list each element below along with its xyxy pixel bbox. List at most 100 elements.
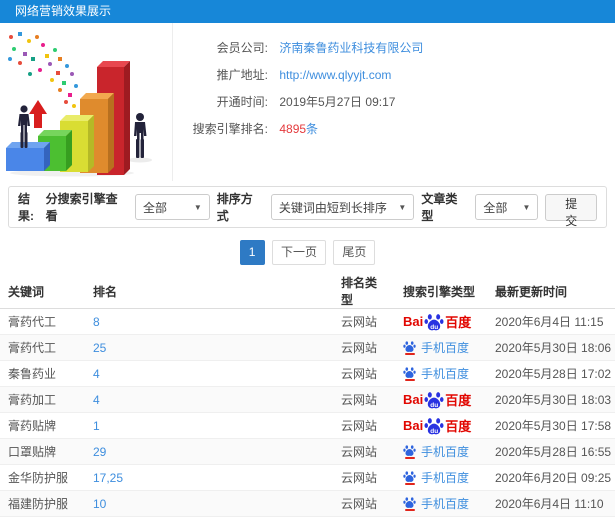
keyword-cell: 福建防护服 — [0, 490, 85, 517]
chevron-down-icon: ▼ — [522, 202, 531, 212]
table-row: 膏药加工 4 云网站 Bai du 百度 2020年5月30日 18:03 — [0, 386, 615, 413]
rank-link[interactable]: 29 — [93, 445, 106, 459]
info-field-url: 推广地址: http://www.qlyyjt.com — [173, 62, 615, 89]
rank-count-label: 搜索引擎排名: — [192, 122, 268, 136]
company-info-section: 会员公司: 济南秦鲁药业科技有限公司 推广地址: http://www.qlyy… — [0, 23, 615, 181]
page-1-button[interactable]: 1 — [239, 240, 265, 265]
rank-link[interactable]: 8 — [93, 315, 100, 329]
updated-cell: 2020年5月28日 16:55 — [487, 438, 615, 465]
baidu-mobile-underline — [404, 457, 415, 459]
engine-cell: 手机百度 — [395, 334, 487, 361]
keyword-cell: 膏药代工 — [0, 308, 85, 335]
member-company-link[interactable]: 济南秦鲁药业科技有限公司 — [279, 41, 423, 55]
col-rank: 排名 — [85, 274, 333, 309]
engine-cell: Bai du 百度 — [395, 412, 487, 439]
keyword-cell: 秦鲁药业 — [0, 360, 85, 387]
rank-cell: 1 — [85, 412, 333, 439]
engine-label: 手机百度 — [421, 497, 470, 511]
baidu-mobile-icon[interactable]: 手机百度 — [403, 365, 469, 382]
baidu-mobile-icon[interactable]: 手机百度 — [403, 339, 469, 356]
rank-link[interactable]: 10 — [93, 497, 106, 511]
results-filter-bar: 结果: 分搜索引擎查看 全部 ▼ 排序方式 关键词由短到长排序 ▼ 文章类型 全… — [8, 186, 607, 228]
last-page-button[interactable]: 尾页 — [333, 240, 376, 265]
engine-select[interactable]: 全部 ▼ — [134, 194, 210, 220]
engine-cell: 手机百度 — [395, 490, 487, 517]
rank-type-cell: 云网站 — [333, 412, 395, 439]
table-row: 口罩贴牌 29 云网站 手机百度 2020年5月28日 16:55 — [0, 438, 615, 465]
promo-url-link[interactable]: http://www.qlyyjt.com — [279, 68, 391, 82]
marketing-effect-page: 网络营销效果展示 会员公司: 济南秦鲁药业科技有限公司 推广地址: http:/… — [0, 0, 615, 520]
growth-chart-image — [6, 32, 152, 177]
engine-filter-label: 分搜索引擎查看 — [45, 192, 118, 223]
engine-cell: Bai du 百度 — [395, 308, 487, 335]
baidu-mobile-icon[interactable]: 手机百度 — [403, 443, 469, 460]
next-page-button[interactable]: 下一页 — [271, 240, 326, 265]
baidu-paw-icon — [403, 445, 416, 456]
article-type-select[interactable]: 全部 ▼ — [475, 194, 539, 220]
table-row: 金华防护服 17,25 云网站 手机百度 2020年6月20日 09:25 — [0, 464, 615, 491]
baidu-mobile-icon[interactable]: 手机百度 — [403, 495, 469, 512]
businessman-right — [134, 113, 147, 158]
updated-cell: 2020年6月4日 11:15 — [487, 308, 615, 335]
up-arrow-icon — [29, 100, 47, 128]
open-time-value: 2019年5月27日 09:17 — [279, 95, 396, 109]
rank-link[interactable]: 1 — [93, 419, 100, 433]
keyword-cell: 金华防护服 — [0, 464, 85, 491]
title-bar: 网络营销效果展示 — [0, 0, 615, 23]
rank-link[interactable]: 4 — [93, 393, 100, 407]
table-row: 膏药代工 25 云网站 手机百度 2020年5月30日 18:06 — [0, 334, 615, 361]
filter-controls: 分搜索引擎查看 全部 ▼ 排序方式 关键词由短到长排序 ▼ 文章类型 全部 ▼ … — [45, 190, 597, 228]
rank-cell: 8 — [85, 308, 333, 335]
keyword-cell: 口罩贴牌 — [0, 438, 85, 465]
rank-type-cell: 云网站 — [333, 360, 395, 387]
rank-link[interactable]: 4 — [93, 367, 100, 381]
rank-cell: 17,25 — [85, 464, 333, 491]
baidu-paw-icon — [403, 497, 416, 508]
pagination: 1 下一页 尾页 — [0, 228, 615, 274]
article-type-label: 文章类型 — [421, 192, 458, 223]
table-row: 福建防护服 10 云网站 手机百度 2020年6月4日 11:10 — [0, 490, 615, 517]
company-info-fields: 会员公司: 济南秦鲁药业科技有限公司 推广地址: http://www.qlyy… — [173, 23, 615, 181]
updated-cell: 2020年5月28日 17:02 — [487, 360, 615, 387]
engine-label: 手机百度 — [421, 471, 470, 485]
updated-cell: 2020年5月30日 18:03 — [487, 386, 615, 413]
baidu-paw-icon — [403, 341, 416, 352]
engine-cell: Bai du 百度 — [395, 386, 487, 413]
info-field-opened: 开通时间: 2019年5月27日 09:17 — [173, 89, 615, 116]
rank-cell: 4 — [85, 360, 333, 387]
keyword-cell: 膏药贴牌 — [0, 412, 85, 439]
member-company-label: 会员公司: — [216, 41, 268, 55]
submit-button[interactable]: 提交 — [545, 193, 597, 228]
rank-cell: 10 — [85, 490, 333, 517]
engine-select-value: 全部 — [142, 200, 167, 215]
confetti-dots — [8, 32, 78, 108]
engine-cell: 手机百度 — [395, 464, 487, 491]
table-row: 秦鲁药业 4 云网站 手机百度 2020年5月28日 17:02 — [0, 360, 615, 387]
baidu-mobile-underline — [404, 483, 415, 485]
page-title: 网络营销效果展示 — [15, 4, 112, 18]
rank-type-cell: 云网站 — [333, 386, 395, 413]
rank-link[interactable]: 25 — [93, 341, 106, 355]
keyword-cell: 膏药加工 — [0, 386, 85, 413]
baidu-paw-icon — [403, 367, 416, 378]
rank-link[interactable]: 17,25 — [93, 471, 123, 485]
baidu-mobile-icon[interactable]: 手机百度 — [403, 469, 469, 486]
baidu-logo-icon: Bai du 百度 — [403, 390, 471, 410]
results-table-body: 膏药代工 8 云网站 Bai du 百度 2020年6月4日 11:15 膏药代工 25 云网站手… — [0, 308, 615, 517]
chevron-down-icon: ▼ — [398, 202, 407, 212]
rank-type-cell: 云网站 — [333, 490, 395, 517]
info-field-company: 会员公司: 济南秦鲁药业科技有限公司 — [173, 35, 615, 62]
rank-count-suffix: 条 — [306, 122, 319, 136]
article-type-value: 全部 — [483, 200, 508, 215]
open-time-label: 开通时间: — [216, 95, 268, 109]
results-label: 结果: — [18, 192, 34, 223]
sort-select-value: 关键词由短到长排序 — [278, 200, 387, 215]
col-engine-type: 搜索引擎类型 — [395, 274, 487, 309]
bar-blue — [6, 142, 50, 171]
table-header-row: 关键词 排名 排名类型 搜索引擎类型 最新更新时间 — [0, 274, 615, 309]
businessman-left — [18, 105, 30, 148]
sort-select[interactable]: 关键词由短到长排序 ▼ — [270, 194, 415, 220]
sort-filter-label: 排序方式 — [216, 192, 253, 223]
rank-cell: 29 — [85, 438, 333, 465]
col-keyword: 关键词 — [0, 274, 85, 309]
